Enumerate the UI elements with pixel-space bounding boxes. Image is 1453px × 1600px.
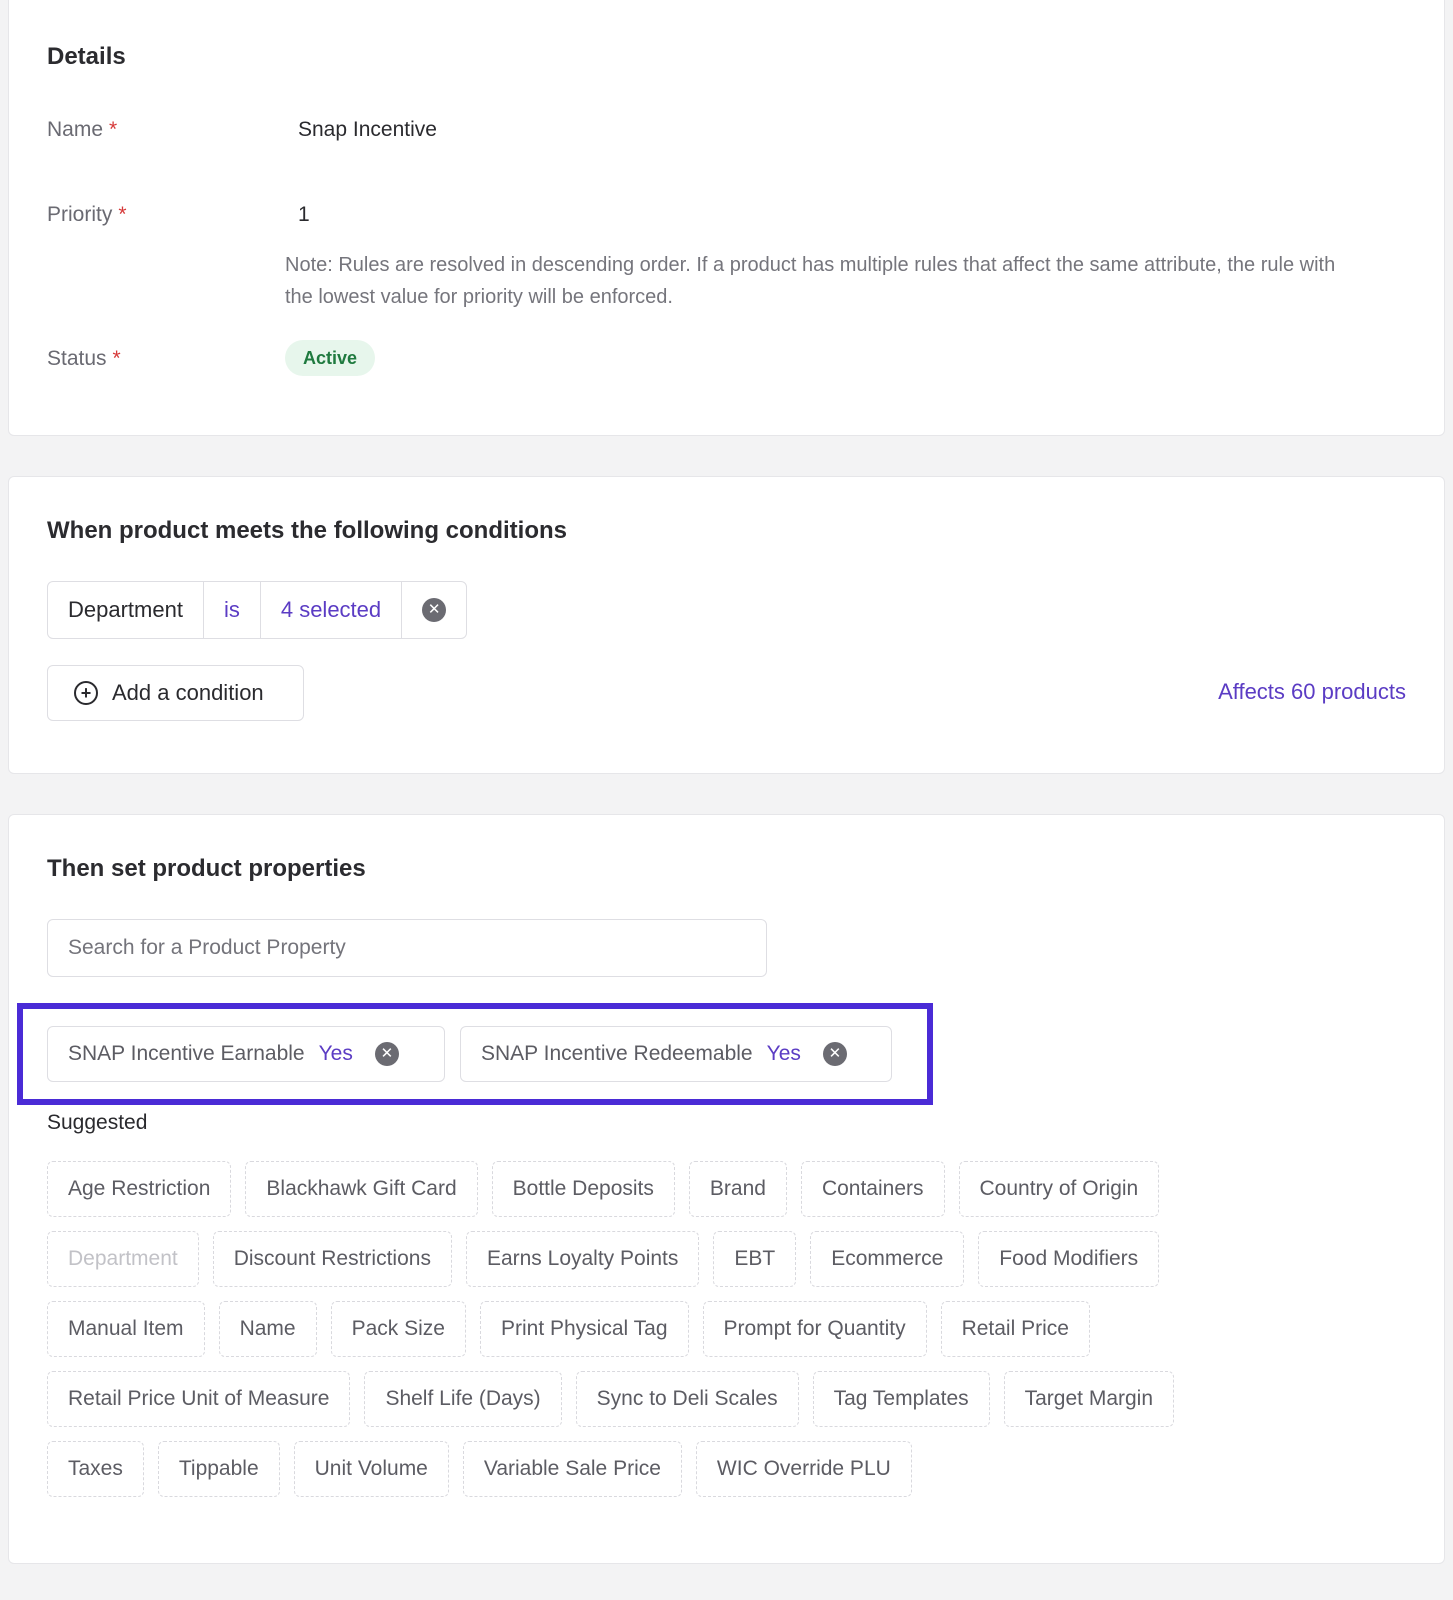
conditions-title: When product meets the following conditi…	[47, 517, 567, 544]
suggested-chip[interactable]: Manual Item	[47, 1301, 205, 1357]
name-value[interactable]: Snap Incentive	[298, 118, 437, 142]
property-chip-value[interactable]: Yes	[319, 1042, 353, 1066]
suggested-chip[interactable]: Food Modifiers	[978, 1231, 1160, 1287]
suggested-chip[interactable]: Tippable	[157, 1441, 280, 1497]
property-chip-value[interactable]: Yes	[767, 1042, 801, 1066]
plus-circle-icon: +	[74, 681, 98, 705]
priority-label-text: Priority	[47, 203, 113, 226]
status-badge[interactable]: Active	[285, 340, 376, 376]
suggested-chip[interactable]: Ecommerce	[810, 1231, 965, 1287]
name-label: Name *	[47, 118, 117, 142]
affects-products-link[interactable]: Affects 60 products	[1218, 679, 1406, 705]
condition-rule: Department is 4 selected ✕	[47, 581, 468, 639]
suggested-chip[interactable]: EBT	[713, 1231, 797, 1287]
suggested-row: Manual Item Name Pack Size Print Physica…	[47, 1301, 1090, 1357]
suggested-chip[interactable]: Age Restriction	[47, 1161, 232, 1217]
properties-title: Then set product properties	[47, 855, 366, 882]
property-chip-snap-redeemable[interactable]: SNAP Incentive Redeemable Yes ✕	[460, 1026, 892, 1082]
suggested-chip[interactable]: Country of Origin	[958, 1161, 1160, 1217]
property-search-input[interactable]	[47, 919, 767, 977]
suggested-chip[interactable]: Print Physical Tag	[479, 1301, 689, 1357]
suggested-chip[interactable]: Name	[218, 1301, 317, 1357]
suggested-chip-disabled: Department	[47, 1231, 199, 1287]
status-label-text: Status	[47, 347, 107, 370]
status-label: Status *	[47, 347, 121, 371]
suggested-row: Retail Price Unit of Measure Shelf Life …	[47, 1371, 1175, 1427]
priority-note: Note: Rules are resolved in descending o…	[285, 254, 1336, 308]
suggested-chip[interactable]: Bottle Deposits	[491, 1161, 675, 1217]
suggested-chip[interactable]: Taxes	[47, 1441, 144, 1497]
close-circle-icon[interactable]: ✕	[822, 1042, 847, 1066]
condition-field-select[interactable]: Department	[48, 582, 204, 638]
details-title: Details	[47, 43, 126, 70]
close-circle-icon[interactable]: ✕	[374, 1042, 399, 1066]
property-chip-label: SNAP Incentive Redeemable	[481, 1042, 753, 1065]
add-condition-label: Add a condition	[112, 680, 264, 705]
suggested-chip[interactable]: Retail Price Unit of Measure	[47, 1371, 351, 1427]
required-marker: *	[109, 118, 118, 141]
suggested-chip[interactable]: Tag Templates	[812, 1371, 990, 1427]
condition-value-select[interactable]: 4 selected	[261, 582, 403, 638]
suggested-row: Age Restriction Blackhawk Gift Card Bott…	[47, 1161, 1160, 1217]
priority-label: Priority *	[47, 203, 127, 227]
details-card: Details Name * Snap Incentive Priority * 1…	[8, 0, 1445, 436]
suggested-chip[interactable]: Sync to Deli Scales	[575, 1371, 799, 1427]
suggested-chip[interactable]: Unit Volume	[293, 1441, 449, 1497]
required-marker: *	[112, 347, 121, 370]
name-label-text: Name	[47, 118, 104, 141]
close-circle-icon: ✕	[422, 598, 447, 622]
required-marker: *	[118, 203, 127, 226]
priority-value[interactable]: 1	[298, 203, 310, 227]
suggested-chip[interactable]: Variable Sale Price	[462, 1441, 682, 1497]
properties-card: Then set product properties SNAP Incenti…	[8, 814, 1445, 1564]
suggested-row: Taxes Tippable Unit Volume Variable Sale…	[47, 1441, 912, 1497]
property-chip-label: SNAP Incentive Earnable	[68, 1042, 305, 1065]
condition-operator-select[interactable]: is	[204, 582, 261, 638]
suggested-chip[interactable]: Earns Loyalty Points	[465, 1231, 700, 1287]
suggested-row: Department Discount Restrictions Earns L…	[47, 1231, 1160, 1287]
remove-condition-button[interactable]: ✕	[402, 582, 466, 638]
add-condition-button[interactable]: + Add a condition	[47, 665, 304, 721]
suggested-chip[interactable]: Shelf Life (Days)	[364, 1371, 562, 1427]
suggested-chip[interactable]: Prompt for Quantity	[702, 1301, 927, 1357]
conditions-card: When product meets the following conditi…	[8, 476, 1445, 774]
property-chip-snap-earnable[interactable]: SNAP Incentive Earnable Yes ✕	[47, 1026, 445, 1082]
suggested-chip[interactable]: Containers	[800, 1161, 945, 1217]
suggested-chip[interactable]: Retail Price	[940, 1301, 1090, 1357]
suggested-chip[interactable]: Target Margin	[1003, 1371, 1175, 1427]
suggested-chip[interactable]: Discount Restrictions	[212, 1231, 452, 1287]
suggested-chip[interactable]: Blackhawk Gift Card	[245, 1161, 478, 1217]
suggested-chip[interactable]: Pack Size	[330, 1301, 466, 1357]
suggested-chip[interactable]: Brand	[688, 1161, 787, 1217]
suggested-chip[interactable]: WIC Override PLU	[695, 1441, 912, 1497]
suggested-label: Suggested	[47, 1111, 148, 1134]
